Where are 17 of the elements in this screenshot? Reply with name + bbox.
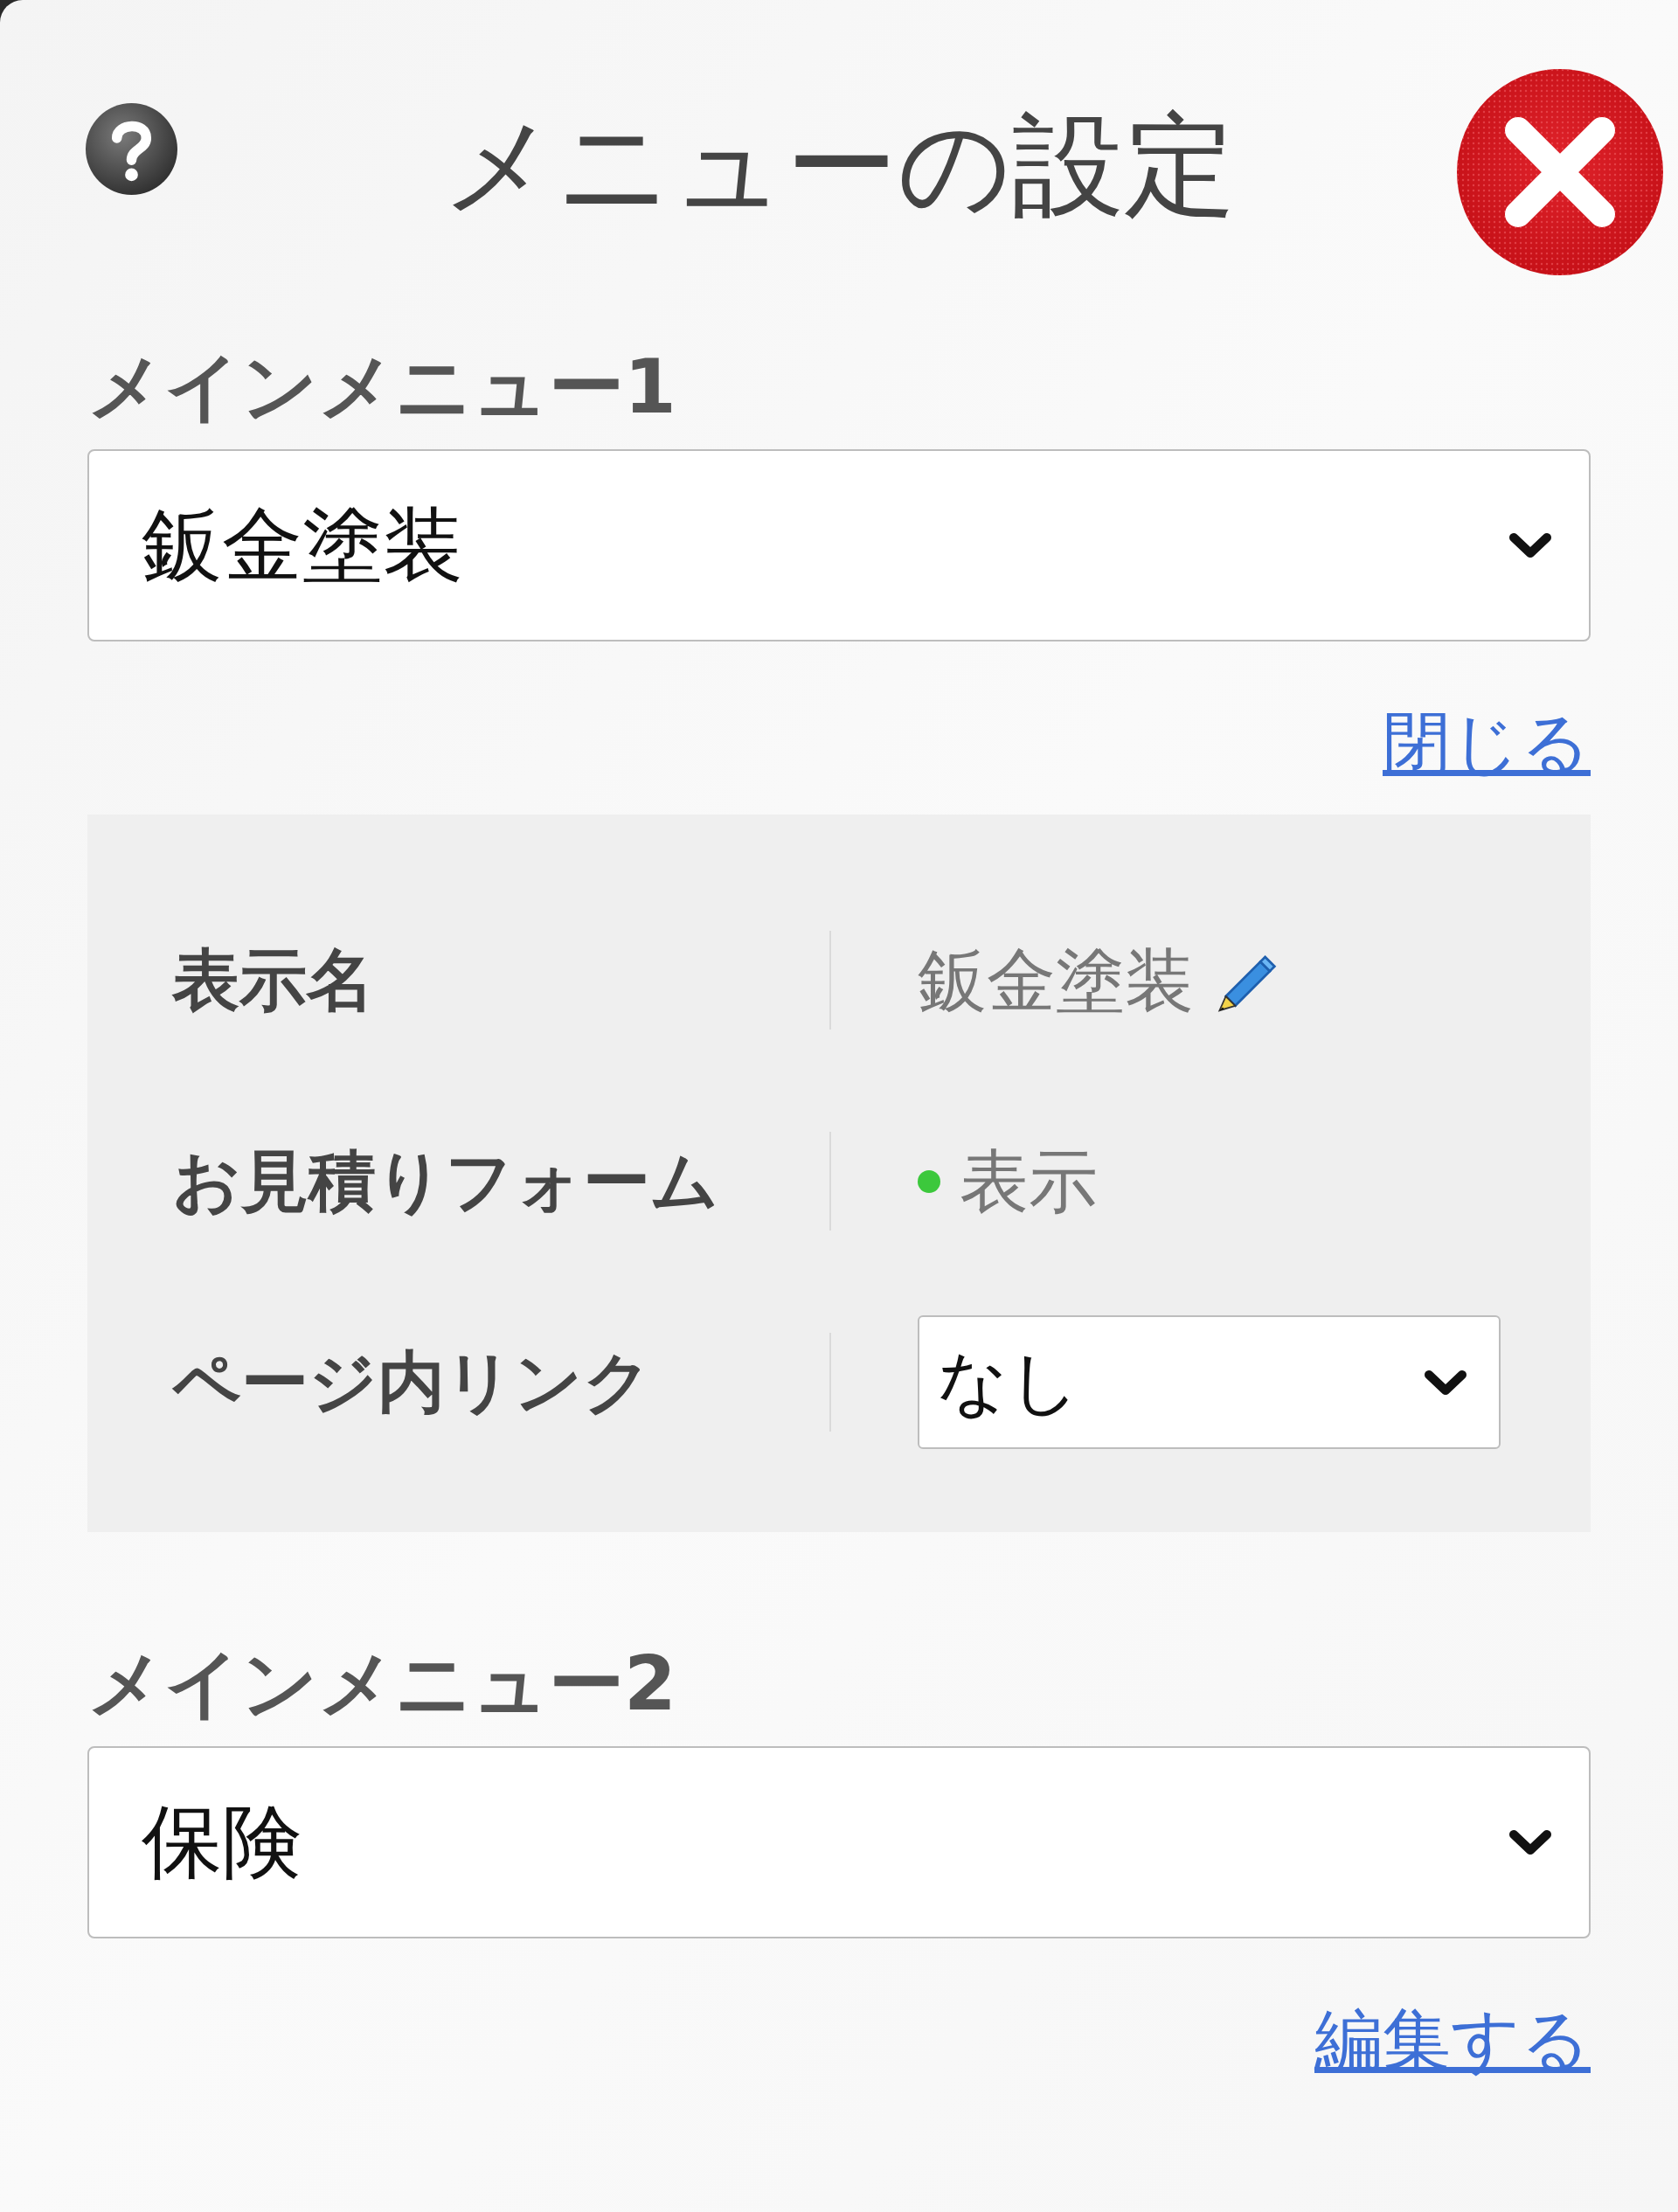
chevron-down-icon [1508,530,1552,560]
link-select[interactable]: なし [918,1315,1501,1449]
chevron-down-icon [1508,1827,1552,1857]
collapse-link[interactable]: 閉じる [1383,704,1591,782]
dialog-title: メニューの設定 [442,109,1236,221]
help-icon[interactable] [86,103,177,195]
close-icon[interactable] [1455,67,1665,277]
menu-select[interactable]: 保険 [87,1746,1591,1938]
status-text: 表示 [960,1141,1098,1221]
menu-label: メインメニュー1 [87,343,677,430]
detail-label: 表示名 [172,940,375,1020]
menu-label: メインメニュー2 [87,1640,677,1727]
display-name-value: 鈑金塗装 [918,940,1194,1020]
detail-label: お見積りフォーム [172,1141,720,1221]
detail-label: ページ内リンク [172,1342,653,1422]
edit-link[interactable]: 編集する [1314,2001,1591,2079]
menu-select[interactable]: 鈑金塗装 [87,449,1591,641]
